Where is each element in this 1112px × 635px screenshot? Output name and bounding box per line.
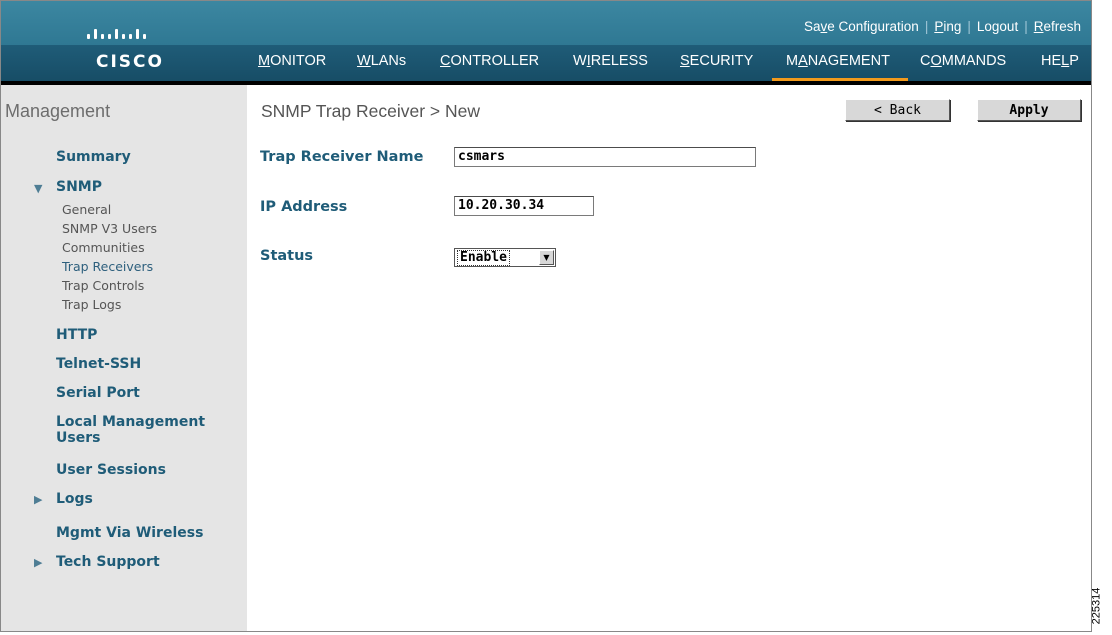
page-title: SNMP Trap Receiver > New [261,101,480,121]
back-button[interactable]: < Back [845,99,950,121]
triangle-right-icon[interactable]: ▶ [34,493,42,506]
chevron-down-icon[interactable]: ▼ [539,250,554,265]
status-selected-value: Enable [457,250,510,266]
apply-button[interactable]: Apply [977,99,1081,121]
ip-address-field[interactable]: 10.20.30.34 [454,196,594,216]
sidebar-item-label-line2: Users [56,430,101,446]
sidebar-item-serial-port[interactable]: Serial Port [56,385,140,401]
sidebar-subitem-trap-controls[interactable]: Trap Controls [62,278,144,293]
sidebar-item-user-sessions[interactable]: User Sessions [56,462,166,478]
trap-receiver-name-field[interactable]: csmars [454,147,756,167]
sidebar-subitem-communities[interactable]: Communities [62,240,145,255]
sidebar-subitem-trap-receivers[interactable]: Trap Receivers [62,259,153,274]
tab-monitor[interactable]: MONITOR [258,53,326,69]
sidebar-item-mgmt-via-wireless[interactable]: Mgmt Via Wireless [56,525,203,541]
save-configuration-link[interactable]: Save Configuration [804,19,919,34]
cisco-bars-icon [87,21,167,39]
cisco-logo: CISCO [1,1,247,81]
sidebar-item-summary[interactable]: Summary [56,149,131,165]
app-window: CISCO Save Configuration | Ping | Logout | Ref… [0,0,1092,632]
sidebar-item-logs[interactable]: Logs [56,491,93,507]
tab-controller[interactable]: CONTROLLER [440,53,539,69]
sidebar-item-tech-support[interactable]: Tech Support [56,554,160,570]
sidebar-subitem-general[interactable]: General [62,202,111,217]
tab-wireless[interactable]: WIRELESS [573,53,648,69]
sidebar-item-label: Local Management [56,414,206,430]
refresh-link[interactable]: Refresh [1034,19,1081,34]
sidebar-subitem-trap-logs[interactable]: Trap Logs [62,297,121,312]
trap-receiver-name-label: Trap Receiver Name [260,149,424,165]
status-select[interactable]: Enable ▼ [454,248,556,267]
header: CISCO Save Configuration | Ping | Logout | Ref… [1,1,1091,85]
sidebar: Management Summary ▼ SNMP General SNMP V… [1,85,247,631]
figure-code: 225314 [1090,587,1103,625]
sidebar-item-http[interactable]: HTTP [56,327,97,343]
status-label: Status [260,248,314,264]
sidebar-title: Management [5,101,111,121]
ping-link[interactable]: Ping [934,19,961,34]
sidebar-item-telnet-ssh[interactable]: Telnet-SSH [56,356,141,372]
sidebar-item-local-management-users[interactable]: Local Management Users [56,414,205,446]
top-links: Save Configuration | Ping | Logout | Refresh [803,19,1081,34]
tab-management[interactable]: MANAGEMENT [786,53,890,69]
brand-name: CISCO [96,52,164,72]
tab-help[interactable]: HELP [1041,53,1079,69]
sidebar-subitem-snmp-v3-users[interactable]: SNMP V3 Users [62,221,157,236]
tab-wlans[interactable]: WLANs [357,53,406,69]
ip-address-label: IP Address [260,199,348,215]
sidebar-item-snmp[interactable]: SNMP [56,179,102,195]
triangle-right-icon[interactable]: ▶ [34,556,42,569]
logout-link[interactable]: Logout [977,19,1018,34]
tab-commands[interactable]: COMMANDS [920,53,1006,69]
triangle-down-icon[interactable]: ▼ [34,182,42,195]
tab-security[interactable]: SECURITY [680,53,753,69]
main-content: SNMP Trap Receiver > New < Back Apply Tr… [247,85,1091,631]
active-tab-indicator [772,78,908,81]
